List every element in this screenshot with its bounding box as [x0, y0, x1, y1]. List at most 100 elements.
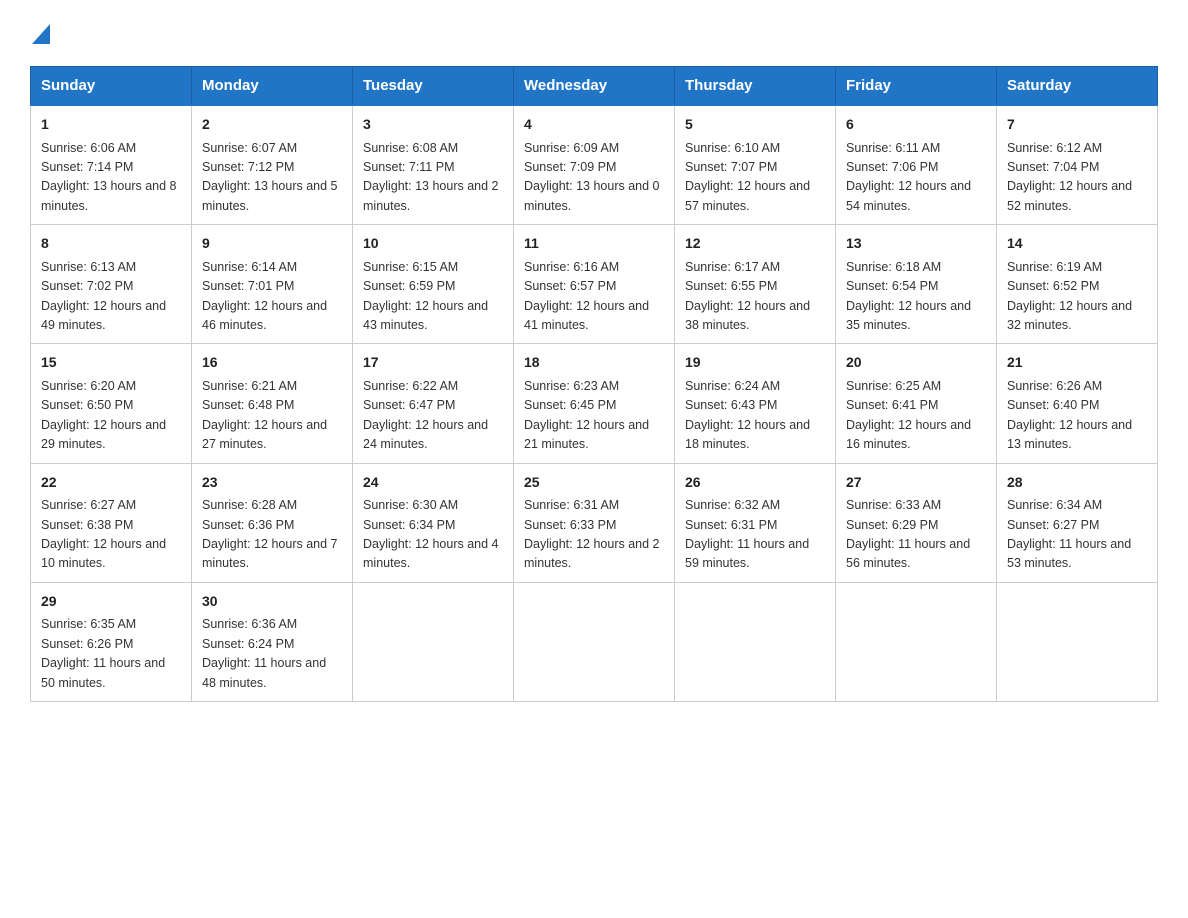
- day-info: Sunrise: 6:18 AMSunset: 6:54 PMDaylight:…: [846, 258, 986, 336]
- day-info: Sunrise: 6:21 AMSunset: 6:48 PMDaylight:…: [202, 377, 342, 455]
- day-info: Sunrise: 6:11 AMSunset: 7:06 PMDaylight:…: [846, 139, 986, 217]
- header-friday: Friday: [836, 67, 997, 106]
- calendar-cell: 17Sunrise: 6:22 AMSunset: 6:47 PMDayligh…: [353, 344, 514, 463]
- logo: [30, 24, 50, 48]
- day-info: Sunrise: 6:07 AMSunset: 7:12 PMDaylight:…: [202, 139, 342, 217]
- day-number: 13: [846, 233, 986, 255]
- day-info: Sunrise: 6:15 AMSunset: 6:59 PMDaylight:…: [363, 258, 503, 336]
- day-number: 21: [1007, 352, 1147, 374]
- calendar-cell: 29Sunrise: 6:35 AMSunset: 6:26 PMDayligh…: [31, 582, 192, 701]
- calendar-cell: 13 Sunrise: 6:18 AMSunset: 6:54 PMDayligh…: [836, 225, 997, 344]
- day-number: 18: [524, 352, 664, 374]
- day-info: Sunrise: 6:23 AMSunset: 6:45 PMDaylight:…: [524, 377, 664, 455]
- calendar-cell: 16 Sunrise: 6:21 AMSunset: 6:48 PMDayligh…: [192, 344, 353, 463]
- calendar-cell: 5Sunrise: 6:10 AMSunset: 7:07 PMDaylight…: [675, 105, 836, 225]
- calendar-cell: [675, 582, 836, 701]
- day-info: Sunrise: 6:17 AMSunset: 6:55 PMDaylight:…: [685, 258, 825, 336]
- calendar-cell: 2 Sunrise: 6:07 AMSunset: 7:12 PMDaylight…: [192, 105, 353, 225]
- day-info: Sunrise: 6:28 AMSunset: 6:36 PMDaylight:…: [202, 496, 342, 574]
- day-number: 8: [41, 233, 181, 255]
- calendar-cell: 24Sunrise: 6:30 AMSunset: 6:34 PMDayligh…: [353, 463, 514, 582]
- day-number: 19: [685, 352, 825, 374]
- calendar-cell: 14Sunrise: 6:19 AMSunset: 6:52 PMDayligh…: [997, 225, 1158, 344]
- calendar-cell: 18 Sunrise: 6:23 AMSunset: 6:45 PMDayligh…: [514, 344, 675, 463]
- calendar-cell: 10 Sunrise: 6:15 AMSunset: 6:59 PMDayligh…: [353, 225, 514, 344]
- calendar-cell: 25Sunrise: 6:31 AMSunset: 6:33 PMDayligh…: [514, 463, 675, 582]
- day-number: 14: [1007, 233, 1147, 255]
- day-info: Sunrise: 6:06 AMSunset: 7:14 PMDaylight:…: [41, 139, 181, 217]
- day-number: 22: [41, 472, 181, 494]
- day-number: 1: [41, 114, 181, 136]
- header-monday: Monday: [192, 67, 353, 106]
- header-sunday: Sunday: [31, 67, 192, 106]
- day-info: Sunrise: 6:34 AMSunset: 6:27 PMDaylight:…: [1007, 496, 1147, 574]
- day-number: 7: [1007, 114, 1147, 136]
- day-number: 4: [524, 114, 664, 136]
- day-info: Sunrise: 6:24 AMSunset: 6:43 PMDaylight:…: [685, 377, 825, 455]
- day-number: 10: [363, 233, 503, 255]
- calendar-cell: 15Sunrise: 6:20 AMSunset: 6:50 PMDayligh…: [31, 344, 192, 463]
- calendar-cell: 23Sunrise: 6:28 AMSunset: 6:36 PMDayligh…: [192, 463, 353, 582]
- calendar-table: SundayMondayTuesdayWednesdayThursdayFrid…: [30, 66, 1158, 702]
- day-info: Sunrise: 6:27 AMSunset: 6:38 PMDaylight:…: [41, 496, 181, 574]
- day-number: 23: [202, 472, 342, 494]
- calendar-cell: [353, 582, 514, 701]
- day-number: 11: [524, 233, 664, 255]
- day-number: 29: [41, 591, 181, 613]
- day-number: 5: [685, 114, 825, 136]
- calendar-week-row: 8Sunrise: 6:13 AMSunset: 7:02 PMDaylight…: [31, 225, 1158, 344]
- calendar-cell: 3 Sunrise: 6:08 AMSunset: 7:11 PMDaylight…: [353, 105, 514, 225]
- day-number: 9: [202, 233, 342, 255]
- calendar-cell: 11 Sunrise: 6:16 AMSunset: 6:57 PMDayligh…: [514, 225, 675, 344]
- header-thursday: Thursday: [675, 67, 836, 106]
- calendar-cell: 21 Sunrise: 6:26 AMSunset: 6:40 PMDayligh…: [997, 344, 1158, 463]
- day-number: 12: [685, 233, 825, 255]
- day-number: 17: [363, 352, 503, 374]
- calendar-cell: 30Sunrise: 6:36 AMSunset: 6:24 PMDayligh…: [192, 582, 353, 701]
- page-header: [30, 24, 1158, 48]
- calendar-cell: 4Sunrise: 6:09 AMSunset: 7:09 PMDaylight…: [514, 105, 675, 225]
- header-tuesday: Tuesday: [353, 67, 514, 106]
- day-info: Sunrise: 6:32 AMSunset: 6:31 PMDaylight:…: [685, 496, 825, 574]
- day-number: 24: [363, 472, 503, 494]
- day-info: Sunrise: 6:20 AMSunset: 6:50 PMDaylight:…: [41, 377, 181, 455]
- day-info: Sunrise: 6:26 AMSunset: 6:40 PMDaylight:…: [1007, 377, 1147, 455]
- calendar-cell: 20Sunrise: 6:25 AMSunset: 6:41 PMDayligh…: [836, 344, 997, 463]
- calendar-cell: 7 Sunrise: 6:12 AMSunset: 7:04 PMDaylight…: [997, 105, 1158, 225]
- day-info: Sunrise: 6:31 AMSunset: 6:33 PMDaylight:…: [524, 496, 664, 574]
- header-wednesday: Wednesday: [514, 67, 675, 106]
- calendar-cell: 6 Sunrise: 6:11 AMSunset: 7:06 PMDaylight…: [836, 105, 997, 225]
- day-info: Sunrise: 6:33 AMSunset: 6:29 PMDaylight:…: [846, 496, 986, 574]
- day-info: Sunrise: 6:36 AMSunset: 6:24 PMDaylight:…: [202, 615, 342, 693]
- calendar-week-row: 1 Sunrise: 6:06 AMSunset: 7:14 PMDaylight…: [31, 105, 1158, 225]
- day-number: 25: [524, 472, 664, 494]
- calendar-cell: 28Sunrise: 6:34 AMSunset: 6:27 PMDayligh…: [997, 463, 1158, 582]
- calendar-cell: 9 Sunrise: 6:14 AMSunset: 7:01 PMDaylight…: [192, 225, 353, 344]
- day-number: 26: [685, 472, 825, 494]
- calendar-cell: 22Sunrise: 6:27 AMSunset: 6:38 PMDayligh…: [31, 463, 192, 582]
- day-info: Sunrise: 6:30 AMSunset: 6:34 PMDaylight:…: [363, 496, 503, 574]
- header-row: SundayMondayTuesdayWednesdayThursdayFrid…: [31, 67, 1158, 106]
- calendar-week-row: 22Sunrise: 6:27 AMSunset: 6:38 PMDayligh…: [31, 463, 1158, 582]
- calendar-body: 1 Sunrise: 6:06 AMSunset: 7:14 PMDaylight…: [31, 105, 1158, 701]
- calendar-cell: 8Sunrise: 6:13 AMSunset: 7:02 PMDaylight…: [31, 225, 192, 344]
- calendar-cell: [836, 582, 997, 701]
- day-info: Sunrise: 6:12 AMSunset: 7:04 PMDaylight:…: [1007, 139, 1147, 217]
- calendar-cell: [997, 582, 1158, 701]
- calendar-week-row: 15Sunrise: 6:20 AMSunset: 6:50 PMDayligh…: [31, 344, 1158, 463]
- calendar-header: SundayMondayTuesdayWednesdayThursdayFrid…: [31, 67, 1158, 106]
- calendar-cell: 19 Sunrise: 6:24 AMSunset: 6:43 PMDayligh…: [675, 344, 836, 463]
- calendar-cell: 12 Sunrise: 6:17 AMSunset: 6:55 PMDayligh…: [675, 225, 836, 344]
- day-number: 6: [846, 114, 986, 136]
- calendar-week-row: 29Sunrise: 6:35 AMSunset: 6:26 PMDayligh…: [31, 582, 1158, 701]
- day-info: Sunrise: 6:08 AMSunset: 7:11 PMDaylight:…: [363, 139, 503, 217]
- day-info: Sunrise: 6:14 AMSunset: 7:01 PMDaylight:…: [202, 258, 342, 336]
- day-number: 3: [363, 114, 503, 136]
- calendar-cell: 1 Sunrise: 6:06 AMSunset: 7:14 PMDaylight…: [31, 105, 192, 225]
- calendar-cell: 26Sunrise: 6:32 AMSunset: 6:31 PMDayligh…: [675, 463, 836, 582]
- header-saturday: Saturday: [997, 67, 1158, 106]
- day-number: 2: [202, 114, 342, 136]
- day-number: 16: [202, 352, 342, 374]
- day-number: 20: [846, 352, 986, 374]
- day-info: Sunrise: 6:16 AMSunset: 6:57 PMDaylight:…: [524, 258, 664, 336]
